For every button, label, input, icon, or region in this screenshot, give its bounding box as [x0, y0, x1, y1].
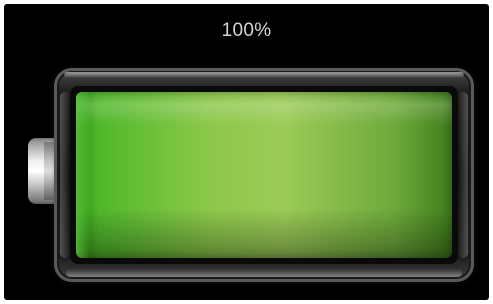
charging-screen: 100% [4, 4, 489, 300]
battery-charge-fill [76, 92, 452, 258]
battery-percent-label: 100% [221, 20, 272, 41]
battery-shell [54, 68, 474, 282]
battery-glass-highlight-right [458, 92, 468, 258]
battery-charge-glow [76, 92, 90, 258]
battery-chamber [70, 86, 458, 264]
battery-glass-highlight-left [60, 92, 70, 258]
battery-icon [28, 68, 474, 282]
battery-terminal [28, 138, 56, 204]
